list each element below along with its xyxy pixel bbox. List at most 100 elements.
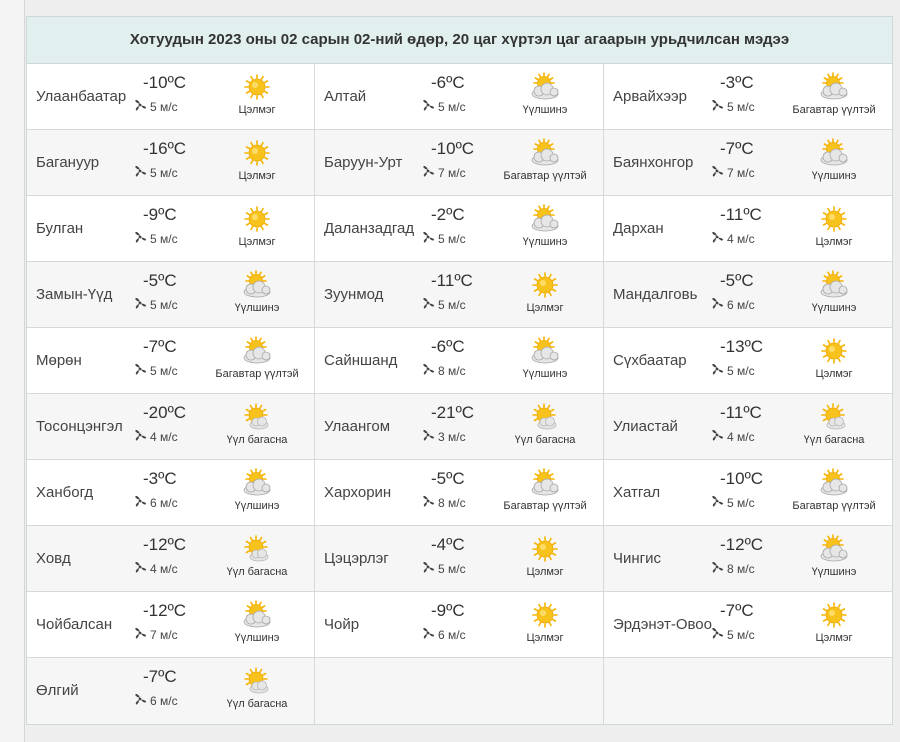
- weather: Цэлмэг: [774, 336, 894, 380]
- weather-condition: Үүлшинэ: [234, 302, 280, 314]
- weather: Багавтар үүлтэй: [774, 468, 894, 512]
- weather: Үүлшинэ: [774, 270, 894, 314]
- temperature: -16ºC: [143, 139, 187, 158]
- city-cell: Чойбалсан -12ºC 7 м/с Үүлшинэ: [27, 592, 315, 658]
- weather: Үүлшинэ: [197, 468, 317, 512]
- weather: Цэлмэг: [485, 270, 605, 314]
- city-cell: Алтай -6ºC 5 м/с Үүлшинэ: [315, 64, 604, 130]
- temperature: -13ºC: [720, 337, 764, 356]
- weather: Үүл багасна: [197, 666, 317, 710]
- city-cell: Улаангом -21ºC 3 м/с Үүл багасна: [315, 394, 604, 460]
- city-name: Алтай: [324, 88, 367, 105]
- wind-speed: 3 м/с: [438, 429, 466, 444]
- temperature: -3ºC: [143, 469, 177, 488]
- weather-condition: Цэлмэг: [815, 368, 853, 380]
- wind-icon: [421, 164, 435, 181]
- weather-condition: Цэлмэг: [526, 302, 564, 314]
- sun-icon: [532, 536, 558, 562]
- city-name: Ханбогд: [36, 484, 94, 501]
- weather-condition: Багавтар үүлтэй: [503, 170, 587, 182]
- sun-icon: [244, 206, 270, 232]
- forecast-panel: Хотуудын 2023 оны 02 сарын 02-ний өдөр, …: [26, 16, 893, 725]
- city-cell: Хархорин -5ºC 8 м/с Багавтар үүлтэй: [315, 460, 604, 526]
- wind-speed: 6 м/с: [150, 693, 178, 708]
- wind: 6 м/с: [421, 626, 466, 643]
- weather: Багавтар үүлтэй: [485, 138, 605, 182]
- weather-condition: Үүлшинэ: [234, 632, 280, 644]
- city-cell: Чингис -12ºC 8 м/с Үүлшинэ: [604, 526, 892, 592]
- city-name: Эрдэнэт-Овоо: [613, 616, 712, 633]
- temperature: -7ºC: [143, 337, 177, 356]
- sun-small-cloud-icon: [244, 667, 269, 694]
- wind-icon: [710, 362, 724, 379]
- wind: 5 м/с: [133, 164, 178, 181]
- weather: Үүлшинэ: [774, 534, 894, 578]
- wind-speed: 8 м/с: [727, 561, 755, 576]
- wind: 6 м/с: [133, 494, 178, 511]
- wind-icon: [421, 494, 435, 511]
- temperature: -7ºC: [720, 139, 754, 158]
- city-cell: Ховд -12ºC 4 м/с Үүл багасна: [27, 526, 315, 592]
- weather-condition: Үүлшинэ: [234, 500, 280, 512]
- weather: Үүлшинэ: [485, 336, 605, 380]
- weather-condition: Багавтар үүлтэй: [215, 368, 299, 380]
- wind-icon: [133, 560, 147, 577]
- weather: Багавтар үүлтэй: [197, 336, 317, 380]
- weather-condition: Цэлмэг: [526, 566, 564, 578]
- wind-speed: 5 м/с: [438, 231, 466, 246]
- wind-speed: 5 м/с: [438, 99, 466, 114]
- sun-cloud-icon: [243, 270, 271, 298]
- weather: Үүлшинэ: [197, 600, 317, 644]
- city-cell: Өлгий -7ºC 6 м/с Үүл багасна: [27, 658, 315, 724]
- weather-condition: Цэлмэг: [238, 170, 276, 182]
- weather-condition: Үүлшинэ: [811, 566, 857, 578]
- sun-cloud-icon: [243, 600, 271, 628]
- city-cell: Улаанбаатар -10ºC 5 м/с Цэлмэг: [27, 64, 315, 130]
- wind: 4 м/с: [133, 428, 178, 445]
- sun-small-cloud-icon: [532, 403, 557, 430]
- city-name: Чингис: [613, 550, 662, 567]
- wind-speed: 5 м/с: [150, 99, 178, 114]
- wind-speed: 6 м/с: [438, 627, 466, 642]
- wind: 8 м/с: [710, 560, 755, 577]
- city-cell: Дархан -11ºC 4 м/с Цэлмэг: [604, 196, 892, 262]
- wind: 5 м/с: [710, 362, 755, 379]
- sun-cloud-icon: [531, 72, 559, 100]
- sun-icon: [532, 602, 558, 628]
- city-name: Хатгал: [613, 484, 661, 501]
- city-cell: Сүхбаатар -13ºC 5 м/с Цэлмэг: [604, 328, 892, 394]
- wind-icon: [421, 560, 435, 577]
- city-cell: Замын-Үүд -5ºC 5 м/с Үүлшинэ: [27, 262, 315, 328]
- city-name: Мөрөн: [36, 352, 82, 369]
- sun-cloud-icon: [531, 138, 559, 166]
- city-name: Багануур: [36, 154, 100, 171]
- wind-icon: [421, 626, 435, 643]
- wind-icon: [710, 428, 724, 445]
- wind-speed: 4 м/с: [150, 561, 178, 576]
- sun-cloud-icon: [820, 270, 848, 298]
- city-name: Хархорин: [324, 484, 392, 501]
- wind-speed: 5 м/с: [150, 165, 178, 180]
- weather-condition: Үүлшинэ: [811, 302, 857, 314]
- city-name: Чойр: [324, 616, 360, 633]
- wind-icon: [710, 98, 724, 115]
- sun-icon: [821, 206, 847, 232]
- wind-speed: 5 м/с: [150, 231, 178, 246]
- weather-condition: Цэлмэг: [815, 236, 853, 248]
- city-cell: Эрдэнэт-Овоо -7ºC 5 м/с Цэлмэг: [604, 592, 892, 658]
- city-name: Улаанбаатар: [36, 88, 127, 105]
- city-cell: Чойр -9ºC 6 м/с Цэлмэг: [315, 592, 604, 658]
- wind-speed: 5 м/с: [438, 561, 466, 576]
- wind-speed: 5 м/с: [438, 297, 466, 312]
- sun-icon: [532, 272, 558, 298]
- wind: 8 м/с: [421, 362, 466, 379]
- wind: 7 м/с: [421, 164, 466, 181]
- temperature: -10ºC: [720, 469, 764, 488]
- city-name: Сүхбаатар: [613, 352, 687, 369]
- wind: 7 м/с: [710, 164, 755, 181]
- wind: 5 м/с: [421, 560, 466, 577]
- city-name: Мандалговь: [613, 286, 698, 303]
- city-cell: Арвайхээр -3ºC 5 м/с Багавтар үүлтэй: [604, 64, 892, 130]
- wind-speed: 5 м/с: [727, 99, 755, 114]
- weather: Үүл багасна: [197, 534, 317, 578]
